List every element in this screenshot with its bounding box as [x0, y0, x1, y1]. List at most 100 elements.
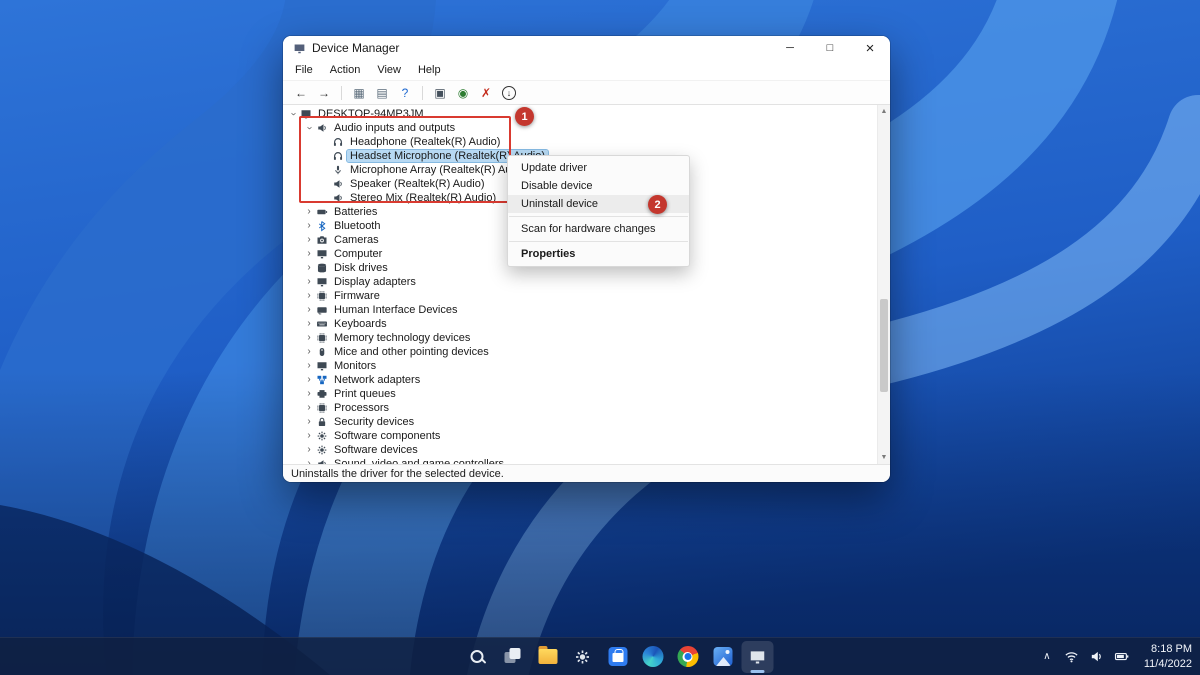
titlebar[interactable]: Device Manager ─ □ ×	[283, 36, 890, 60]
menu-view[interactable]: View	[369, 62, 409, 78]
toolbar-show-console-tree-icon[interactable]: ▦	[349, 83, 369, 102]
toolbar-scan-for-hardware-changes-icon[interactable]: ◉	[453, 83, 473, 102]
toolbar-devices-icon[interactable]: ▣	[430, 83, 450, 102]
scrollbar-thumb[interactable]	[880, 299, 888, 392]
context-menu-disable-device[interactable]: Disable device	[508, 177, 689, 195]
chrome-button[interactable]	[672, 641, 704, 673]
store-icon	[608, 647, 627, 666]
toolbar-uninstall-device-icon[interactable]: ✗	[476, 83, 496, 102]
menu-help[interactable]: Help	[410, 62, 449, 78]
context-menu-properties[interactable]: Properties	[508, 245, 689, 263]
tree-item-label: Computer	[331, 248, 385, 260]
chevron-icon[interactable]: ›	[304, 207, 314, 217]
vertical-scrollbar[interactable]: ▲ ▼	[877, 105, 890, 464]
task-view-icon	[504, 648, 521, 665]
task-view-button[interactable]	[497, 641, 529, 673]
chevron-icon[interactable]: ›	[304, 445, 314, 455]
toolbar-disable-device-icon[interactable]: ↓	[502, 86, 516, 100]
tree-item-label: Monitors	[331, 360, 379, 372]
chevron-icon[interactable]: ›	[304, 389, 314, 399]
photos-icon	[713, 647, 732, 666]
tree-item-sound-video-and-game-controllers[interactable]: › Sound, video and game controllers	[283, 457, 877, 464]
device-icon	[316, 416, 328, 428]
photos-button[interactable]	[707, 641, 739, 673]
chevron-icon[interactable]: ›	[304, 249, 314, 259]
start-button[interactable]	[427, 641, 459, 673]
tree-item-security-devices[interactable]: › Security devices	[283, 415, 877, 429]
device-icon	[316, 206, 328, 218]
scroll-up-icon[interactable]: ▲	[878, 105, 890, 118]
toolbar-properties-icon[interactable]: ▤	[372, 83, 392, 102]
chevron-icon[interactable]: ›	[304, 291, 314, 301]
search-button[interactable]	[462, 641, 494, 673]
tree-item-software-components[interactable]: › Software components	[283, 429, 877, 443]
taskbar-icons	[427, 641, 774, 673]
tree-item-human-interface-devices[interactable]: › Human Interface Devices	[283, 303, 877, 317]
chevron-icon[interactable]: ›	[304, 333, 314, 343]
context-menu-update-driver[interactable]: Update driver	[508, 159, 689, 177]
tree-item-processors[interactable]: › Processors	[283, 401, 877, 415]
maximize-button[interactable]: □	[810, 36, 850, 60]
taskbar-clock[interactable]: 8:18 PM 11/4/2022	[1144, 642, 1192, 671]
close-button[interactable]: ×	[850, 36, 890, 60]
chevron-icon[interactable]: ›	[304, 361, 314, 371]
chevron-icon[interactable]: ›	[304, 277, 314, 287]
chrome-icon	[677, 646, 698, 667]
file-explorer-button[interactable]	[532, 641, 564, 673]
tree-item-label: Disk drives	[331, 262, 391, 274]
chevron-icon[interactable]: ›	[304, 319, 314, 329]
tree-item-label: Memory technology devices	[331, 332, 473, 344]
tree-item-label: Keyboards	[331, 318, 390, 330]
scroll-down-icon[interactable]: ▼	[878, 451, 890, 464]
chevron-icon[interactable]: ›	[304, 221, 314, 231]
minimize-button[interactable]: ─	[770, 36, 810, 60]
menubar: FileActionViewHelp	[283, 60, 890, 81]
menu-file[interactable]: File	[287, 62, 321, 78]
system-tray: ∧ 8:18 PM 11/4/2022	[1039, 638, 1192, 675]
device-icon	[316, 304, 328, 316]
chevron-icon[interactable]: ›	[304, 305, 314, 315]
statusbar: Uninstalls the driver for the selected d…	[283, 464, 890, 482]
toolbar: ←→ ▦▤? ▣◉✗ ↓	[283, 81, 890, 105]
chevron-icon[interactable]: ›	[304, 235, 314, 245]
tree-item-print-queues[interactable]: › Print queues	[283, 387, 877, 401]
search-icon	[470, 649, 486, 665]
device-icon	[316, 430, 328, 442]
tree-item-display-adapters[interactable]: › Display adapters	[283, 275, 877, 289]
tree-item-firmware[interactable]: › Firmware	[283, 289, 877, 303]
device-icon	[316, 374, 328, 386]
battery-icon[interactable]	[1114, 649, 1130, 665]
tree-item-monitors[interactable]: › Monitors	[283, 359, 877, 373]
device-icon	[316, 318, 328, 330]
chevron-icon[interactable]: ›	[304, 375, 314, 385]
chevron-icon[interactable]: ›	[288, 109, 298, 119]
context-menu-scan-for-hardware-changes[interactable]: Scan for hardware changes	[508, 220, 689, 238]
edge-button[interactable]	[637, 641, 669, 673]
device-manager-app-icon	[293, 42, 306, 55]
chevron-icon[interactable]: ›	[304, 403, 314, 413]
settings-button[interactable]	[567, 641, 599, 673]
chevron-icon[interactable]: ›	[304, 347, 314, 357]
wifi-icon[interactable]	[1064, 649, 1080, 665]
clock-date: 11/4/2022	[1144, 657, 1192, 671]
chevron-icon[interactable]: ›	[304, 431, 314, 441]
store-button[interactable]	[602, 641, 634, 673]
tree-item-keyboards[interactable]: › Keyboards	[283, 317, 877, 331]
tree-item-network-adapters[interactable]: › Network adapters	[283, 373, 877, 387]
toolbar-forward-icon[interactable]: →	[314, 83, 334, 102]
tree-item-label: Software components	[331, 430, 443, 442]
chevron-icon[interactable]: ›	[304, 263, 314, 273]
chevron-icon[interactable]: ›	[304, 459, 314, 464]
toolbar-back-icon[interactable]: ←	[291, 83, 311, 102]
chevron-icon[interactable]: ›	[304, 417, 314, 427]
status-text: Uninstalls the driver for the selected d…	[291, 468, 504, 480]
tree-item-mice-and-other-pointing-devices[interactable]: › Mice and other pointing devices	[283, 345, 877, 359]
device-manager-icon	[746, 645, 770, 669]
volume-icon[interactable]	[1089, 649, 1105, 665]
menu-action[interactable]: Action	[322, 62, 369, 78]
tree-item-software-devices[interactable]: › Software devices	[283, 443, 877, 457]
tree-item-memory-technology-devices[interactable]: › Memory technology devices	[283, 331, 877, 345]
chevron-up-icon[interactable]: ∧	[1039, 649, 1055, 665]
toolbar-help-icon[interactable]: ?	[395, 83, 415, 102]
device-manager-button[interactable]	[742, 641, 774, 673]
